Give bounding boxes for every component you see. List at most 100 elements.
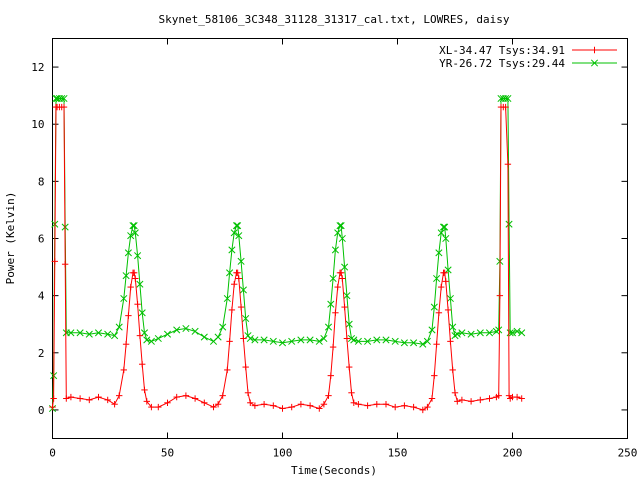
y-tick-label: 2	[38, 347, 45, 360]
data-point	[210, 403, 217, 411]
data-point	[433, 341, 440, 348]
data-point	[332, 309, 339, 316]
data-point	[116, 392, 123, 399]
data-point	[410, 403, 417, 411]
data-point	[513, 393, 521, 401]
data-point	[496, 292, 504, 299]
data-point	[382, 401, 390, 408]
data-point	[350, 399, 357, 406]
data-point	[334, 283, 341, 291]
y-tick-label: 4	[38, 290, 45, 303]
data-point	[339, 275, 346, 282]
series-line	[52, 106, 522, 411]
data-point	[136, 332, 144, 339]
data-point	[504, 161, 512, 168]
legend: XL-34.47 Tsys:34.91YR-26.72 Tsys:29.44	[439, 44, 617, 70]
data-point	[120, 366, 127, 374]
data-point	[143, 336, 151, 344]
data-point	[201, 399, 208, 406]
data-point	[336, 222, 344, 230]
data-point	[329, 343, 337, 351]
data-point	[297, 401, 305, 408]
data-point	[111, 401, 118, 408]
data-point	[451, 389, 459, 396]
data-point	[348, 389, 355, 396]
data-point	[164, 399, 171, 406]
data-point	[129, 222, 137, 230]
y-tick-label: 10	[31, 118, 44, 131]
data-point	[49, 403, 56, 411]
data-point	[244, 389, 252, 396]
x-tick-label: 50	[161, 447, 174, 460]
data-point	[224, 366, 231, 374]
data-point	[477, 396, 484, 404]
data-point	[467, 398, 475, 405]
data-point	[139, 361, 146, 368]
data-point	[67, 393, 75, 401]
series-xl	[49, 103, 525, 414]
data-point	[251, 402, 259, 409]
data-point	[486, 395, 493, 402]
data-point	[424, 403, 431, 411]
data-point	[231, 281, 238, 288]
data-point	[173, 393, 180, 401]
data-point	[454, 398, 461, 405]
data-point	[232, 222, 241, 230]
data-point	[154, 334, 162, 343]
data-point	[50, 395, 57, 402]
legend-label: YR-26.72 Tsys:29.44	[439, 57, 565, 70]
data-point	[451, 332, 459, 340]
data-point	[86, 396, 93, 404]
data-point	[246, 334, 254, 343]
data-point	[435, 309, 443, 316]
data-point	[219, 392, 226, 399]
data-point	[518, 395, 525, 402]
y-tick-label: 6	[38, 233, 45, 246]
data-point	[141, 386, 148, 394]
data-point	[61, 261, 69, 268]
x-tick-label: 0	[49, 447, 56, 460]
series-line	[52, 98, 522, 409]
y-tick-label: 12	[31, 61, 44, 74]
data-point	[327, 372, 334, 379]
x-tick-label: 250	[618, 447, 638, 460]
data-point	[270, 402, 277, 409]
data-point	[288, 403, 295, 411]
data-point	[260, 401, 268, 408]
data-point	[346, 363, 353, 371]
data-point	[134, 301, 141, 308]
data-point	[191, 395, 199, 402]
data-point	[419, 406, 426, 414]
data-point	[447, 338, 454, 345]
data-point	[449, 366, 456, 374]
data-point	[147, 337, 155, 345]
chart: Skynet_58106_3C348_31128_31317_cal.txt, …	[4, 13, 638, 477]
data-point	[237, 303, 245, 311]
data-point	[442, 278, 449, 285]
data-point	[439, 223, 448, 231]
data-point	[200, 333, 208, 341]
data-point	[518, 329, 526, 337]
data-point	[513, 327, 521, 335]
data-point	[234, 269, 241, 276]
data-point	[240, 335, 247, 342]
data-point	[155, 403, 162, 411]
y-tick-label: 0	[38, 404, 45, 417]
data-point	[458, 396, 466, 404]
x-tick-label: 150	[388, 447, 408, 460]
data-point	[235, 275, 242, 282]
data-point	[325, 392, 332, 399]
data-point	[122, 341, 130, 348]
legend-marker	[591, 46, 598, 54]
plot-frame	[52, 38, 628, 439]
data-point	[341, 303, 348, 311]
data-point	[132, 275, 139, 282]
data-point	[337, 269, 345, 276]
data-point	[63, 395, 70, 402]
data-point	[350, 336, 358, 344]
x-tick-label: 200	[503, 447, 523, 460]
data-point	[104, 396, 111, 404]
data-point	[392, 403, 399, 411]
data-point	[214, 333, 222, 341]
data-point	[444, 306, 452, 314]
